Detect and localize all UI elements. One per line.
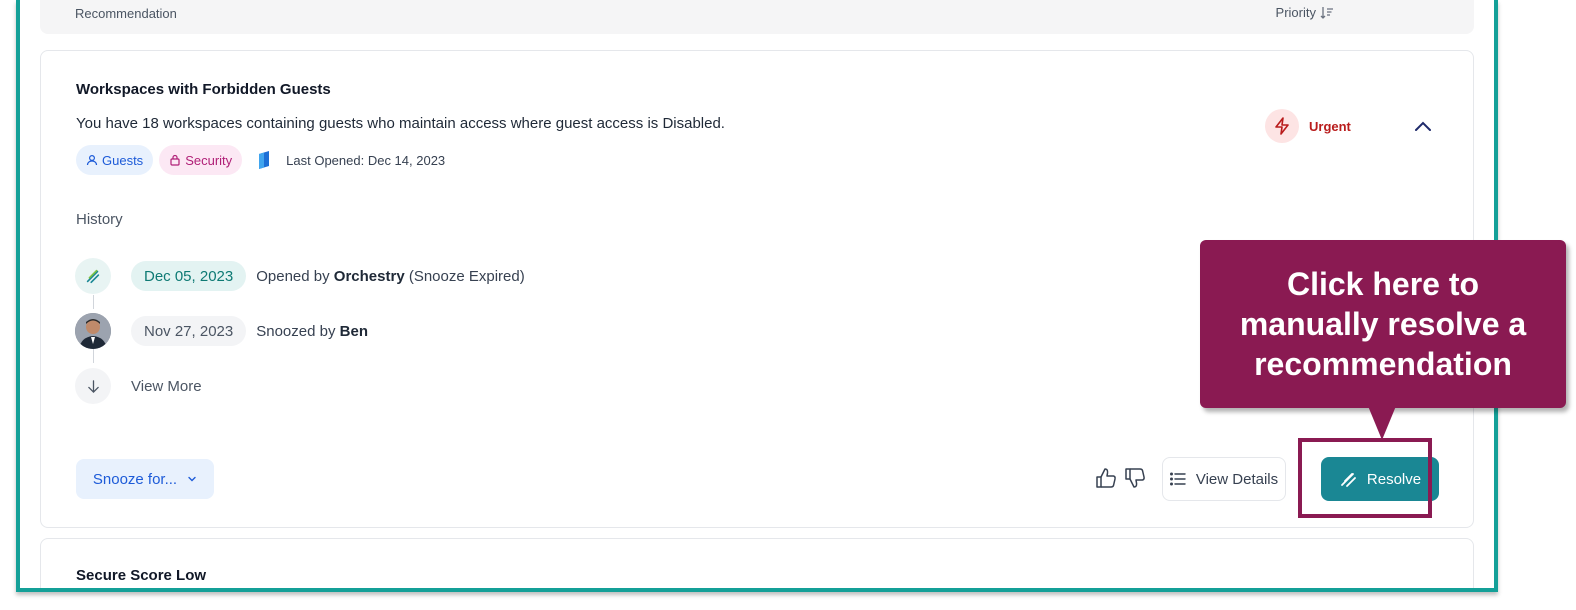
history-item: Dec 05, 2023 Opened by Orchestry (Snooze… [75,258,525,294]
priority-badge: Urgent [1265,109,1351,143]
thumbs-up-icon[interactable] [1095,467,1117,489]
last-opened-text: Last Opened: Dec 14, 2023 [286,152,446,168]
recommendation-title: Workspaces with Forbidden Guests [76,81,331,98]
list-header: Recommendation Priority [40,0,1474,34]
history-text: Snoozed by Ben [256,322,368,340]
history-heading: History [76,211,123,228]
resolve-label: Resolve [1366,470,1422,488]
timeline-connector [93,349,94,363]
priority-column-header[interactable]: Priority [1276,5,1334,20]
history-actor: Ben [339,322,368,340]
priority-label: Urgent [1309,118,1351,134]
view-details-button[interactable]: View Details [1162,457,1286,501]
recommendation-description: You have 18 workspaces containing guests… [76,115,725,132]
orchestry-logo-icon [75,258,111,294]
tag-list: Guests Security Last Opened: Dec 14, 202… [76,145,445,175]
resolve-button[interactable]: Resolve [1321,457,1439,501]
list-icon [1169,472,1186,486]
timeline-connector [93,295,94,309]
priority-icon-circle [1265,109,1299,143]
arrow-down-icon[interactable] [75,368,111,404]
view-more-label[interactable]: View More [131,378,202,395]
history-item: Nov 27, 2023 Snoozed by Ben [75,313,368,349]
lock-icon [170,154,180,166]
history-actor: Orchestry [333,267,405,285]
history-date: Dec 05, 2023 [131,261,247,291]
chevron-up-icon[interactable] [1413,117,1433,137]
orchestry-logo-icon [1340,473,1356,487]
snooze-label: Snooze for... [92,470,178,488]
lightning-icon [1275,117,1289,135]
recommendation-card: Secure Score Low [40,538,1474,588]
tag-security: Security [159,145,243,175]
tag-label: Security [185,152,233,168]
sort-desc-icon[interactable] [1320,6,1334,20]
thumbs-down-icon[interactable] [1124,467,1146,489]
priority-header-label: Priority [1275,5,1316,20]
sharepoint-icon [259,151,270,169]
tutorial-callout: Click here to manually resolve a recomme… [1200,240,1566,408]
recommendation-column-header: Recommendation [75,6,177,21]
avatar [75,313,111,349]
tutorial-callout-pointer [1368,406,1396,440]
snooze-dropdown-button[interactable]: Snooze for... [76,459,214,499]
chevron-down-icon [188,476,196,482]
history-date: Nov 27, 2023 [131,316,247,346]
history-text: Opened by Orchestry (Snooze Expired) [256,267,525,285]
view-details-label: View Details [1195,470,1279,488]
view-more-link[interactable]: View More [75,368,202,404]
recommendation-title: Secure Score Low [76,567,207,584]
tag-label: Guests [102,152,144,168]
tag-guests: Guests [76,145,154,175]
user-icon [86,154,98,166]
